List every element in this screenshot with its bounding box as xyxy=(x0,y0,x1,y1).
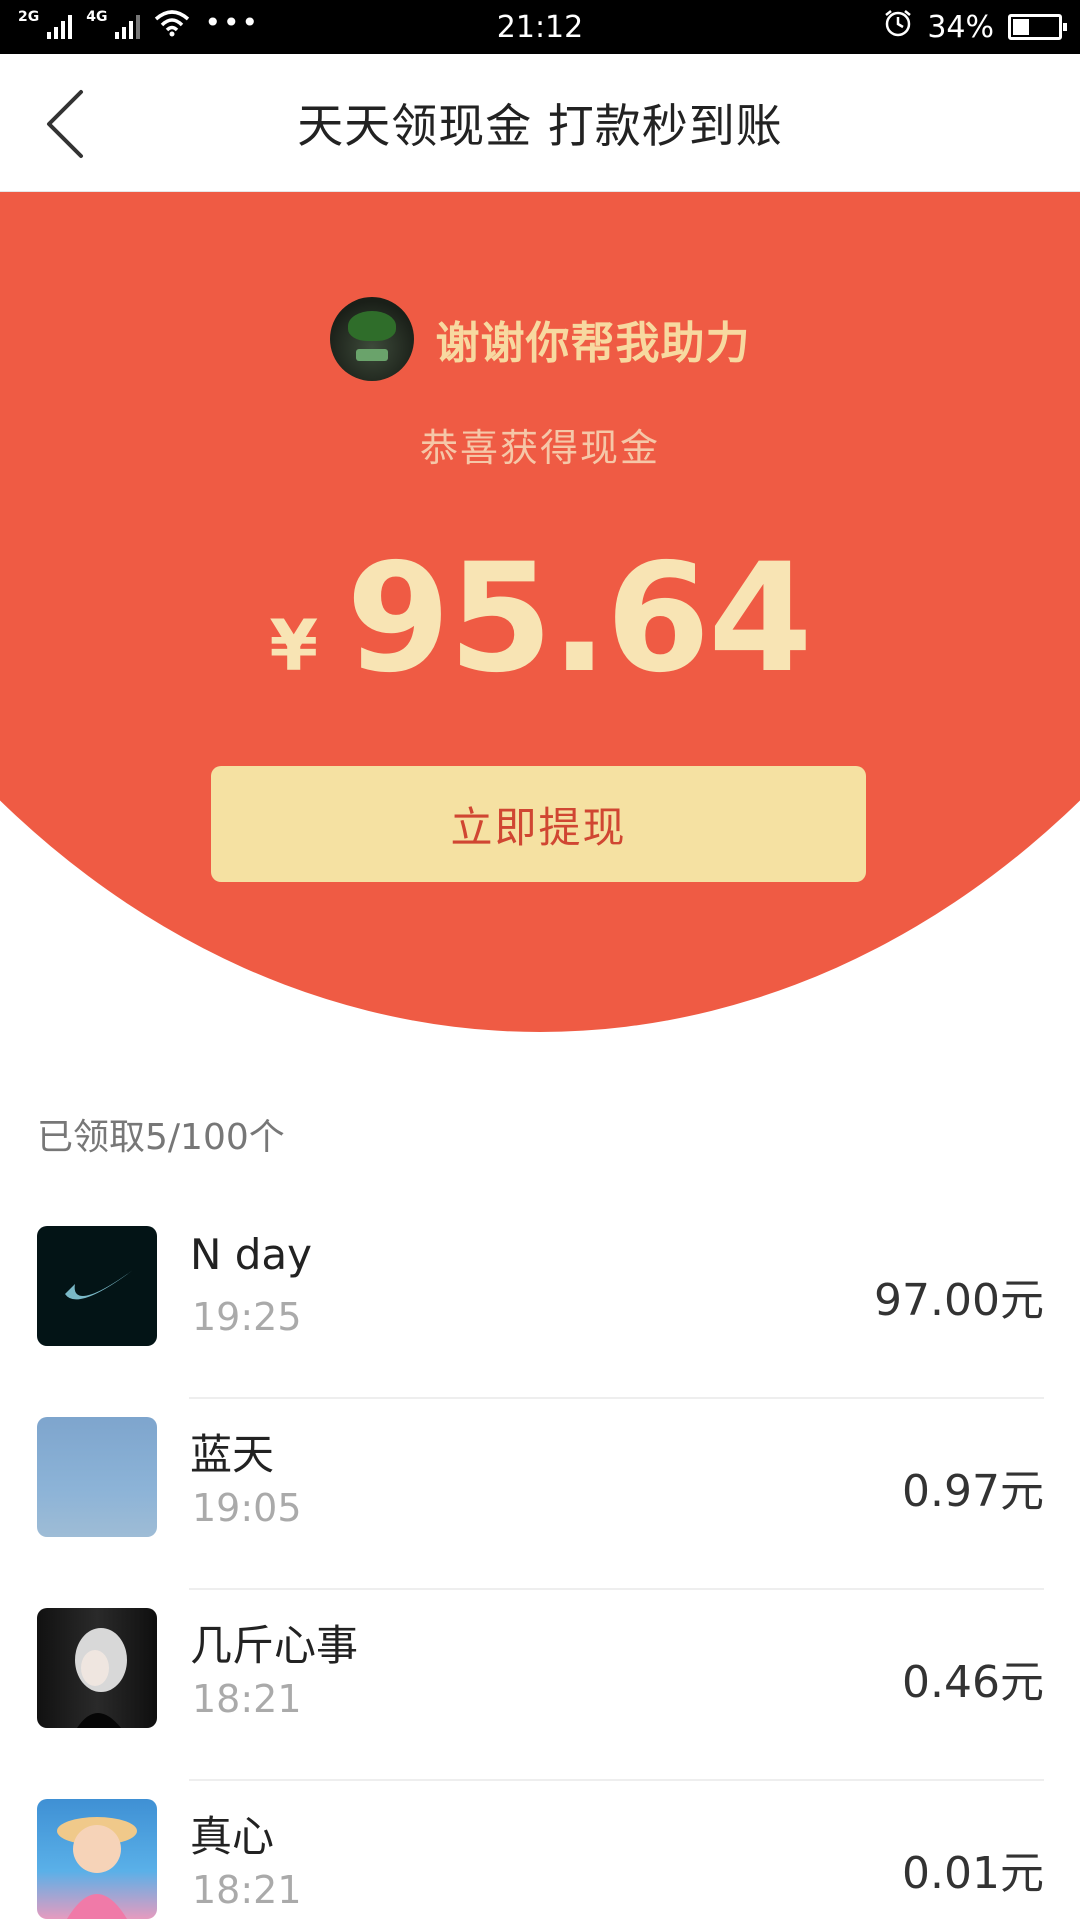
battery-percent: 34% xyxy=(927,9,994,45)
avatar xyxy=(37,1608,157,1728)
user-name: 几斤心事 xyxy=(190,1621,359,1670)
claim-time: 18:21 xyxy=(192,1677,302,1721)
amount-value: 95.64 xyxy=(346,532,812,706)
alarm-icon xyxy=(883,8,913,46)
signal-icon-2 xyxy=(115,15,141,39)
wifi-icon xyxy=(154,9,190,45)
claim-amount: 97.00元 xyxy=(874,1275,1044,1326)
claim-time: 19:25 xyxy=(192,1295,302,1339)
claimed-summary: 已领取5/100个 xyxy=(37,1117,285,1158)
claim-amount: 0.97元 xyxy=(902,1466,1044,1517)
claim-amount: 0.01元 xyxy=(902,1848,1044,1899)
avatar xyxy=(37,1417,157,1537)
claim-time: 19:05 xyxy=(192,1486,302,1530)
swoosh-icon xyxy=(65,1270,133,1300)
signal-icon-1 xyxy=(47,15,73,39)
user-name: N day xyxy=(190,1230,313,1279)
user-name: 蓝天 xyxy=(190,1430,275,1479)
withdraw-button[interactable]: 立即提现 xyxy=(211,766,866,882)
page-title: 天天领现金 打款秒到账 xyxy=(297,99,783,153)
avatar xyxy=(37,1226,157,1346)
battery-icon xyxy=(1008,14,1067,40)
list-item[interactable]: 蓝天 19:05 0.97元 xyxy=(0,1399,1080,1590)
list-item[interactable]: N day 19:25 97.00元 xyxy=(0,1208,1080,1399)
cash-amount: ¥ 95.64 xyxy=(0,532,1080,706)
page: 2G 4G ••• 21:12 34% 天天领现金 打款秒到账 谢谢你帮我助力 … xyxy=(0,0,1080,1920)
status-left: 2G 4G ••• xyxy=(18,5,261,45)
network-type-1: 2G xyxy=(18,9,40,25)
helper-row: 谢谢你帮我助力 xyxy=(0,297,1080,381)
battery-fill xyxy=(1013,19,1029,35)
user-name: 真心 xyxy=(190,1812,275,1861)
more-notifications-icon: ••• xyxy=(204,5,261,39)
status-right: 34% xyxy=(883,8,1067,46)
network-type-2: 4G xyxy=(86,9,108,25)
claimed-list: N day 19:25 97.00元 蓝天 19:05 0.97元 几斤心事 1… xyxy=(0,1208,1080,1920)
status-bar: 2G 4G ••• 21:12 34% xyxy=(0,0,1080,54)
helper-message: 谢谢你帮我助力 xyxy=(435,318,751,369)
nav-bar: 天天领现金 打款秒到账 xyxy=(0,54,1080,192)
congrats-text: 恭喜获得现金 xyxy=(419,426,660,470)
currency-symbol: ¥ xyxy=(269,605,319,687)
claim-time: 18:21 xyxy=(192,1868,302,1912)
avatar xyxy=(329,297,414,381)
list-item[interactable]: 真心 18:21 0.01元 xyxy=(0,1781,1080,1920)
cash-reward-card: 谢谢你帮我助力 恭喜获得现金 ¥ 95.64 立即提现 xyxy=(0,192,1080,1032)
claim-amount: 0.46元 xyxy=(902,1657,1044,1708)
list-item[interactable]: 几斤心事 18:21 0.46元 xyxy=(0,1590,1080,1781)
avatar xyxy=(37,1799,157,1919)
